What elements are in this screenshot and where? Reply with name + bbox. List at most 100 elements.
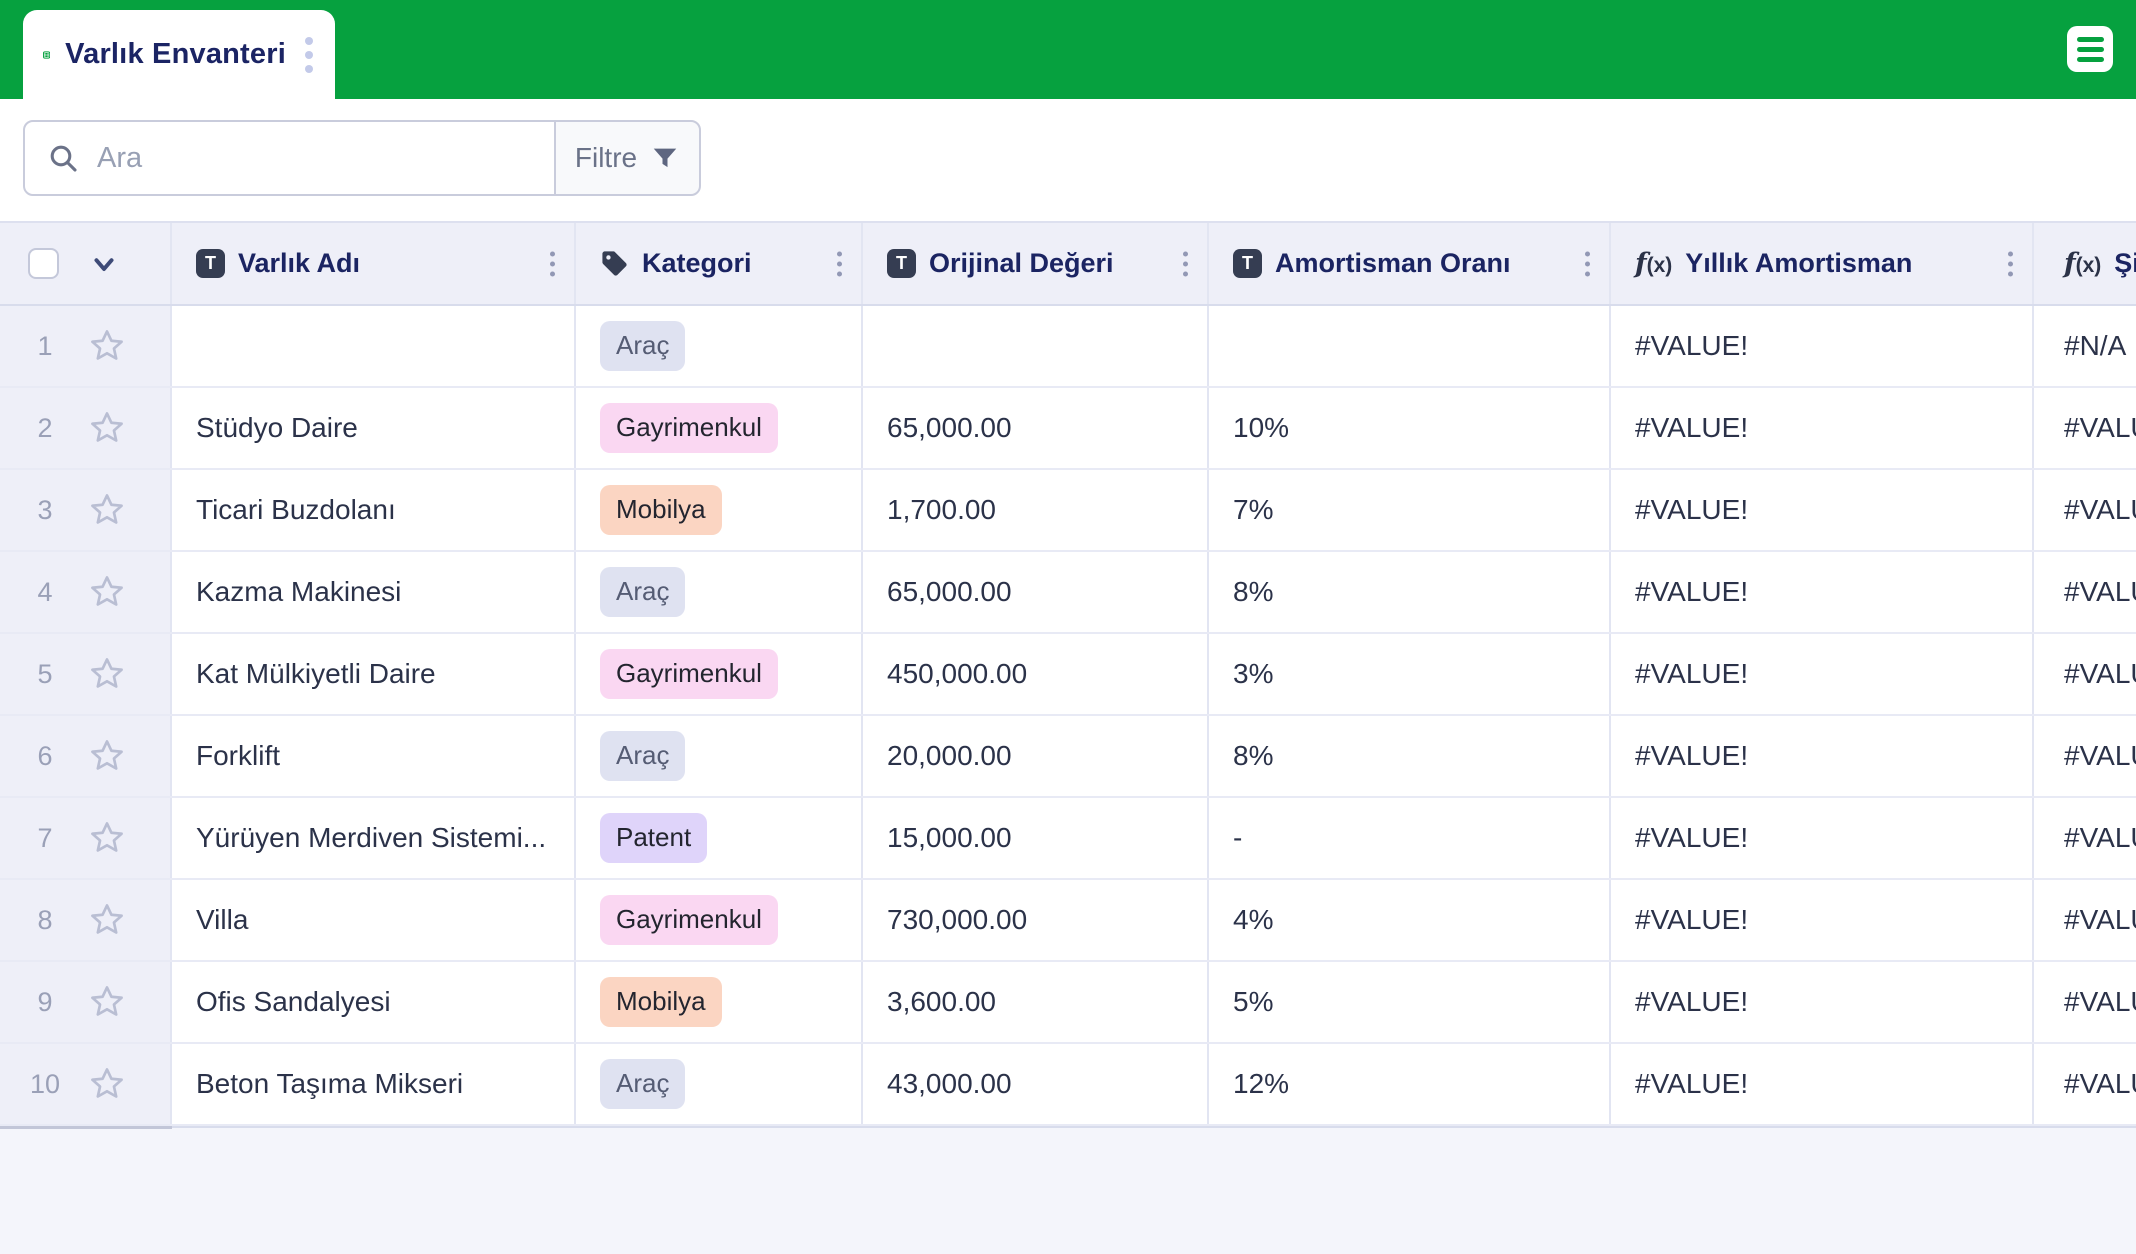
main-menu-button[interactable] bbox=[2067, 26, 2113, 72]
cell-si[interactable]: #VALUE! bbox=[2034, 552, 2136, 632]
table-row[interactable]: 1 Araç #VALUE! #N/A bbox=[0, 306, 2136, 388]
cell-yillik-amortisman[interactable]: #VALUE! bbox=[1611, 962, 2034, 1042]
row-number[interactable]: 7 bbox=[28, 823, 62, 854]
chevron-down-icon[interactable] bbox=[89, 249, 119, 279]
cell-kategori[interactable]: Gayrimenkul bbox=[576, 634, 863, 714]
star-icon[interactable] bbox=[88, 409, 126, 447]
cell-orijinal-degeri[interactable]: 20,000.00 bbox=[863, 716, 1209, 796]
row-number[interactable]: 1 bbox=[28, 331, 62, 362]
cell-varlik-adi[interactable]: Forklift bbox=[172, 716, 576, 796]
cell-amortisman-orani[interactable]: 3% bbox=[1209, 634, 1611, 714]
table-row[interactable]: 6 Forklift Araç 20,000.00 8% #VALUE! #VA… bbox=[0, 716, 2136, 798]
column-menu-icon[interactable] bbox=[1180, 248, 1191, 279]
table-row[interactable]: 3 Ticari Buzdolanı Mobilya 1,700.00 7% #… bbox=[0, 470, 2136, 552]
table-row[interactable]: 4 Kazma Makinesi Araç 65,000.00 8% #VALU… bbox=[0, 552, 2136, 634]
cell-si[interactable]: #VALUE! bbox=[2034, 880, 2136, 960]
cell-varlik-adi[interactable]: Kat Mülkiyetli Daire bbox=[172, 634, 576, 714]
table-row[interactable]: 8 Villa Gayrimenkul 730,000.00 4% #VALUE… bbox=[0, 880, 2136, 962]
cell-varlik-adi[interactable] bbox=[172, 306, 576, 386]
column-menu-icon[interactable] bbox=[1582, 248, 1593, 279]
cell-yillik-amortisman[interactable]: #VALUE! bbox=[1611, 552, 2034, 632]
cell-orijinal-degeri[interactable]: 730,000.00 bbox=[863, 880, 1209, 960]
column-menu-icon[interactable] bbox=[2005, 248, 2016, 279]
cell-kategori[interactable]: Araç bbox=[576, 716, 863, 796]
cell-amortisman-orani[interactable]: 5% bbox=[1209, 962, 1611, 1042]
cell-si[interactable]: #VALUE! bbox=[2034, 634, 2136, 714]
table-row[interactable]: 2 Stüdyo Daire Gayrimenkul 65,000.00 10%… bbox=[0, 388, 2136, 470]
star-icon[interactable] bbox=[88, 327, 126, 365]
cell-yillik-amortisman[interactable]: #VALUE! bbox=[1611, 1044, 2034, 1124]
row-number[interactable]: 3 bbox=[28, 495, 62, 526]
cell-si[interactable]: #VALUE! bbox=[2034, 388, 2136, 468]
cell-orijinal-degeri[interactable]: 65,000.00 bbox=[863, 552, 1209, 632]
select-all-checkbox[interactable] bbox=[28, 248, 59, 279]
cell-amortisman-orani[interactable]: 8% bbox=[1209, 716, 1611, 796]
cell-kategori[interactable]: Araç bbox=[576, 306, 863, 386]
cell-si[interactable]: #VALUE! bbox=[2034, 798, 2136, 878]
star-icon[interactable] bbox=[88, 573, 126, 611]
cell-orijinal-degeri[interactable]: 15,000.00 bbox=[863, 798, 1209, 878]
sheet-tab[interactable]: Varlık Envanteri bbox=[23, 10, 335, 99]
star-icon[interactable] bbox=[88, 491, 126, 529]
row-number[interactable]: 5 bbox=[28, 659, 62, 690]
cell-kategori[interactable]: Araç bbox=[576, 552, 863, 632]
cell-yillik-amortisman[interactable]: #VALUE! bbox=[1611, 716, 2034, 796]
cell-yillik-amortisman[interactable]: #VALUE! bbox=[1611, 634, 2034, 714]
cell-amortisman-orani[interactable]: 12% bbox=[1209, 1044, 1611, 1124]
cell-kategori[interactable]: Gayrimenkul bbox=[576, 880, 863, 960]
row-number[interactable]: 9 bbox=[28, 987, 62, 1018]
cell-si[interactable]: #VALUE! bbox=[2034, 470, 2136, 550]
cell-yillik-amortisman[interactable]: #VALUE! bbox=[1611, 388, 2034, 468]
cell-varlik-adi[interactable]: Yürüyen Merdiven Sistemi... bbox=[172, 798, 576, 878]
cell-orijinal-degeri[interactable]: 65,000.00 bbox=[863, 388, 1209, 468]
cell-yillik-amortisman[interactable]: #VALUE! bbox=[1611, 880, 2034, 960]
cell-varlik-adi[interactable]: Kazma Makinesi bbox=[172, 552, 576, 632]
column-header-kategori[interactable]: Kategori bbox=[576, 223, 863, 304]
star-icon[interactable] bbox=[88, 901, 126, 939]
cell-yillik-amortisman[interactable]: #VALUE! bbox=[1611, 798, 2034, 878]
cell-si[interactable]: #VALUE! bbox=[2034, 962, 2136, 1042]
cell-si[interactable]: #N/A bbox=[2034, 306, 2136, 386]
cell-orijinal-degeri[interactable]: 43,000.00 bbox=[863, 1044, 1209, 1124]
cell-amortisman-orani[interactable]: 4% bbox=[1209, 880, 1611, 960]
cell-kategori[interactable]: Mobilya bbox=[576, 962, 863, 1042]
column-header-si[interactable]: f(x) Şi bbox=[2034, 223, 2136, 304]
row-number[interactable]: 8 bbox=[28, 905, 62, 936]
cell-amortisman-orani[interactable]: 8% bbox=[1209, 552, 1611, 632]
table-row[interactable]: 7 Yürüyen Merdiven Sistemi... Patent 15,… bbox=[0, 798, 2136, 880]
column-header-yillik-amortisman[interactable]: f(x) Yıllık Amortisman bbox=[1611, 223, 2034, 304]
row-number[interactable]: 6 bbox=[28, 741, 62, 772]
cell-amortisman-orani[interactable]: 10% bbox=[1209, 388, 1611, 468]
table-row[interactable]: 5 Kat Mülkiyetli Daire Gayrimenkul 450,0… bbox=[0, 634, 2136, 716]
cell-orijinal-degeri[interactable] bbox=[863, 306, 1209, 386]
star-icon[interactable] bbox=[88, 1065, 126, 1103]
cell-varlik-adi[interactable]: Ticari Buzdolanı bbox=[172, 470, 576, 550]
star-icon[interactable] bbox=[88, 737, 126, 775]
column-menu-icon[interactable] bbox=[547, 248, 558, 279]
cell-orijinal-degeri[interactable]: 3,600.00 bbox=[863, 962, 1209, 1042]
row-number[interactable]: 10 bbox=[28, 1069, 62, 1100]
tab-menu-icon[interactable] bbox=[301, 33, 317, 77]
column-header-varlik-adi[interactable]: T Varlık Adı bbox=[172, 223, 576, 304]
column-header-amortisman-orani[interactable]: T Amortisman Oranı bbox=[1209, 223, 1611, 304]
column-header-orijinal-degeri[interactable]: T Orijinal Değeri bbox=[863, 223, 1209, 304]
cell-orijinal-degeri[interactable]: 450,000.00 bbox=[863, 634, 1209, 714]
cell-yillik-amortisman[interactable]: #VALUE! bbox=[1611, 306, 2034, 386]
table-row[interactable]: 9 Ofis Sandalyesi Mobilya 3,600.00 5% #V… bbox=[0, 962, 2136, 1044]
cell-kategori[interactable]: Mobilya bbox=[576, 470, 863, 550]
cell-amortisman-orani[interactable]: - bbox=[1209, 798, 1611, 878]
star-icon[interactable] bbox=[88, 655, 126, 693]
cell-varlik-adi[interactable]: Villa bbox=[172, 880, 576, 960]
search-input[interactable]: Ara bbox=[23, 120, 556, 196]
cell-yillik-amortisman[interactable]: #VALUE! bbox=[1611, 470, 2034, 550]
cell-varlik-adi[interactable]: Ofis Sandalyesi bbox=[172, 962, 576, 1042]
cell-varlik-adi[interactable]: Beton Taşıma Mikseri bbox=[172, 1044, 576, 1124]
cell-kategori[interactable]: Araç bbox=[576, 1044, 863, 1124]
star-icon[interactable] bbox=[88, 819, 126, 857]
cell-si[interactable]: #VALUE! bbox=[2034, 1044, 2136, 1124]
star-icon[interactable] bbox=[88, 983, 126, 1021]
cell-varlik-adi[interactable]: Stüdyo Daire bbox=[172, 388, 576, 468]
filter-button[interactable]: Filtre bbox=[554, 120, 701, 196]
row-number[interactable]: 2 bbox=[28, 413, 62, 444]
cell-amortisman-orani[interactable]: 7% bbox=[1209, 470, 1611, 550]
